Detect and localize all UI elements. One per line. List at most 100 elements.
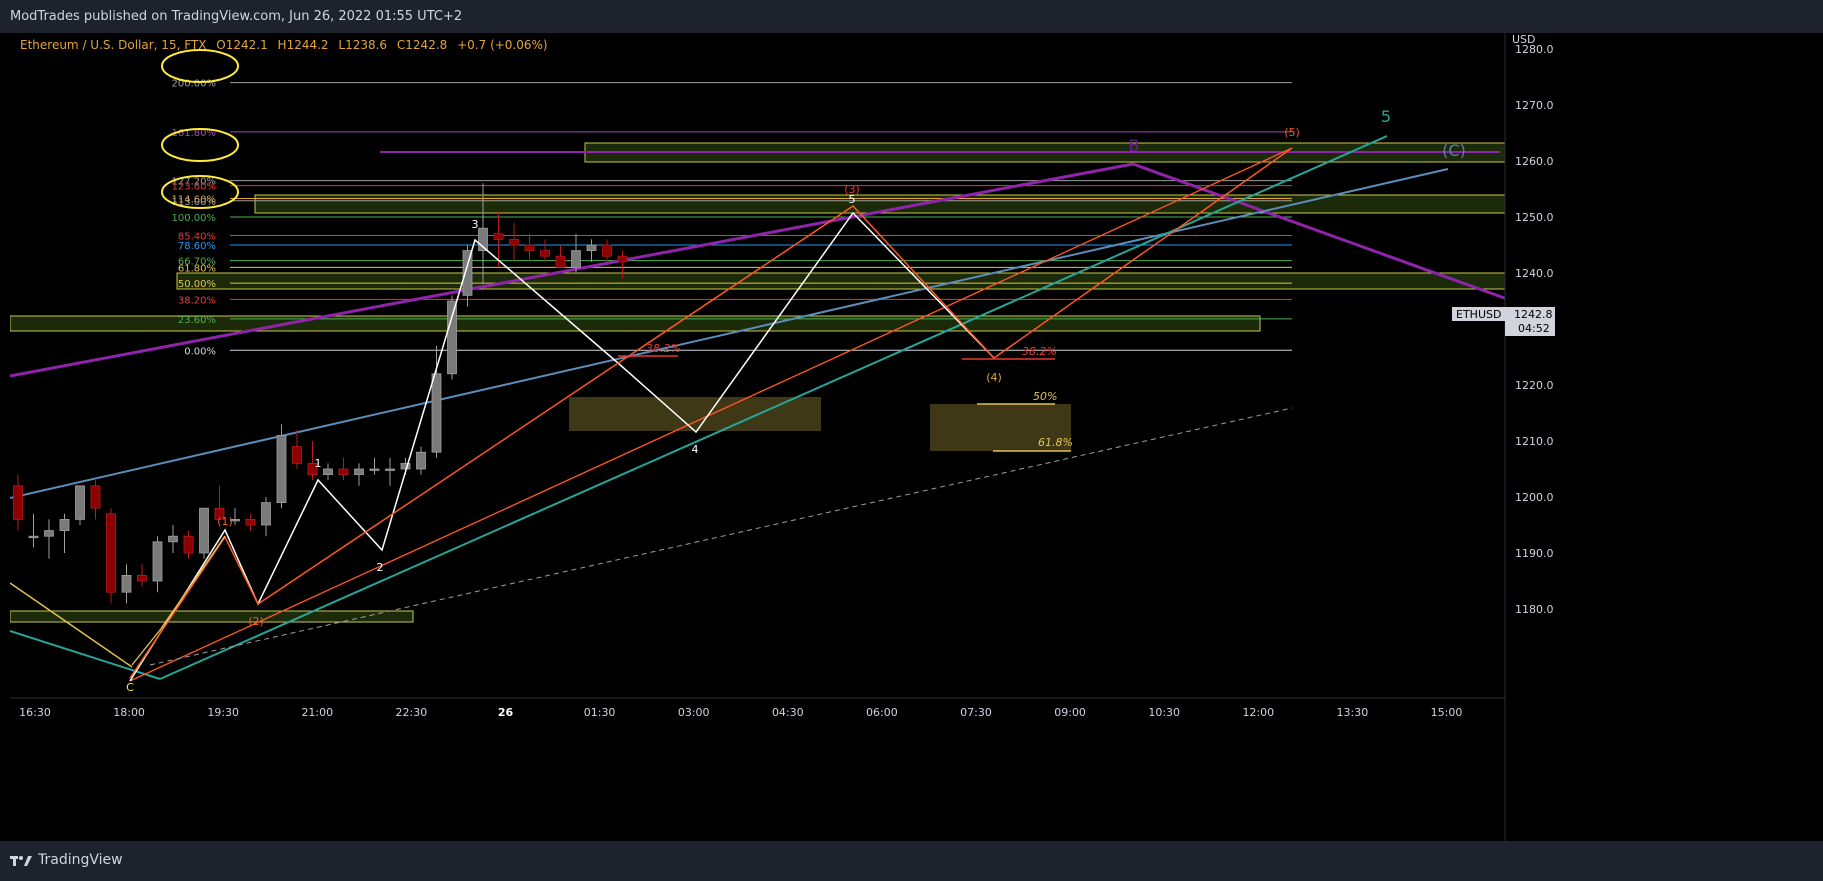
time-tick: 04:30 — [772, 706, 804, 719]
ohlc-high: H1244.2 — [277, 38, 329, 52]
time-tick: 10:30 — [1148, 706, 1180, 719]
time-tick: 16:30 — [19, 706, 51, 719]
ohlc-low: L1238.6 — [338, 38, 388, 52]
publisher-text: ModTrades published on TradingView.com, … — [10, 9, 463, 24]
retrace-label-2: 38.2% — [1022, 345, 1057, 358]
candle-body — [245, 518, 256, 526]
candle-body — [524, 244, 535, 251]
label-big5: 5 — [1381, 107, 1391, 126]
price-tick: 1190.0 — [1515, 547, 1554, 560]
symbol-name[interactable]: Ethereum / U.S. Dollar, 15, FTX — [20, 38, 206, 52]
fib-label: 50.00% — [178, 279, 216, 290]
candle-body — [571, 250, 581, 268]
fib-label: 100.00% — [172, 213, 217, 224]
fib-label: 23.60% — [178, 315, 216, 326]
chart-area[interactable]: 261.80%200.00%161.80%127.20%123.60%114.6… — [9, 0, 1823, 841]
candle-body — [323, 468, 333, 475]
label-3: 3 — [472, 218, 479, 231]
candle-body — [44, 530, 54, 537]
candle-body — [28, 535, 39, 539]
candle-body — [261, 502, 271, 526]
yellow-wave-path — [131, 535, 226, 666]
publisher-bar: ModTrades published on TradingView.com, … — [0, 0, 1823, 33]
candle-body — [493, 233, 504, 240]
fib-label: 61.80% — [178, 263, 216, 274]
brand-label: TradingView — [38, 852, 123, 868]
candle-body — [121, 575, 132, 593]
retrace-label-1: 38.2% — [646, 342, 681, 355]
candle-body — [199, 507, 209, 554]
price-tick: 1250.0 — [1515, 211, 1554, 224]
candle-body — [106, 513, 116, 593]
time-tick: 26 — [498, 706, 514, 719]
candle-body — [168, 535, 178, 543]
candle-body — [602, 244, 612, 257]
yellow-decline-line — [9, 582, 133, 668]
fib-label: 123.60% — [172, 182, 217, 193]
candle-body — [354, 468, 364, 475]
ohlc-close: C1242.8 — [396, 38, 448, 52]
time-tick: 13:30 — [1337, 706, 1369, 719]
last-price-tag: ETHUSD 1242.8 04:52 — [1452, 307, 1555, 336]
target-box-1 — [569, 397, 821, 431]
time-tick: 06:00 — [866, 706, 898, 719]
fib-label: 78.60% — [178, 241, 216, 252]
label-c: C — [126, 681, 134, 694]
price-tick: 1200.0 — [1515, 491, 1554, 504]
candle-body — [183, 535, 194, 554]
price-tick: 1270.0 — [1515, 99, 1554, 112]
time-ticks: 16:30 18:00 19:30 21:00 22:30 26 01:30 03:00 04:… — [19, 706, 1462, 719]
dashed-trendline — [149, 407, 1293, 666]
candle-body — [385, 468, 395, 471]
zone-mid — [176, 272, 1506, 290]
candle-body — [555, 255, 566, 268]
candle-body — [431, 373, 442, 453]
time-tick: 01:30 — [584, 706, 616, 719]
time-tick: 12:00 — [1242, 706, 1274, 719]
teal-trendline — [9, 630, 161, 680]
candle-body — [75, 485, 85, 520]
candle-body — [292, 446, 302, 464]
ohlc-open: O1242.1 — [216, 38, 268, 52]
candle-body — [338, 468, 349, 475]
price-change: +0.7 (+0.06%) — [457, 38, 548, 52]
retrace-label-3: 50% — [1033, 390, 1057, 403]
label-bc: (C) — [1442, 141, 1466, 160]
tradingview-logo-icon — [10, 856, 32, 866]
symbol-legend: Ethereum / U.S. Dollar, 15, FTX O1242.1 … — [20, 38, 554, 52]
candle-body — [369, 468, 380, 471]
time-tick: 18:00 — [113, 706, 145, 719]
time-tick: 15:00 — [1431, 706, 1463, 719]
label-p2: (2) — [248, 615, 264, 628]
label-p5: (5) — [1284, 126, 1300, 139]
candle-body — [90, 485, 101, 509]
orange-channel-line — [129, 147, 1293, 682]
circle-261 — [161, 49, 239, 83]
time-tick: 03:00 — [678, 706, 710, 719]
time-tick: 19:30 — [207, 706, 239, 719]
time-tick: 07:30 — [960, 706, 992, 719]
fib-label: 38.20% — [178, 295, 216, 306]
label-p1: (1) — [217, 515, 233, 528]
candle-body — [59, 518, 70, 531]
footer-bar — [0, 841, 1823, 881]
candle-body — [447, 300, 457, 375]
fib-label: 200.00% — [172, 79, 217, 90]
candles — [13, 183, 628, 604]
ticker-label: ETHUSD — [1456, 308, 1501, 321]
candle-body — [400, 462, 411, 470]
candle-body — [586, 244, 597, 251]
price-tick: 1180.0 — [1515, 603, 1554, 616]
tradingview-brand[interactable]: TradingView — [10, 852, 123, 868]
label-2: 2 — [377, 561, 384, 574]
candle-body — [276, 434, 287, 503]
currency-label: USD — [1512, 33, 1536, 46]
time-tick: 21:00 — [301, 706, 333, 719]
price-chart[interactable]: 261.80%200.00%161.80%127.20%123.60%114.6… — [9, 0, 1823, 841]
candle-body — [540, 250, 550, 257]
zone-low — [9, 610, 414, 623]
time-tick: 22:30 — [396, 706, 428, 719]
price-tick: 1260.0 — [1515, 155, 1554, 168]
time-tick: 09:00 — [1054, 706, 1086, 719]
steel-trendline — [9, 168, 1449, 499]
